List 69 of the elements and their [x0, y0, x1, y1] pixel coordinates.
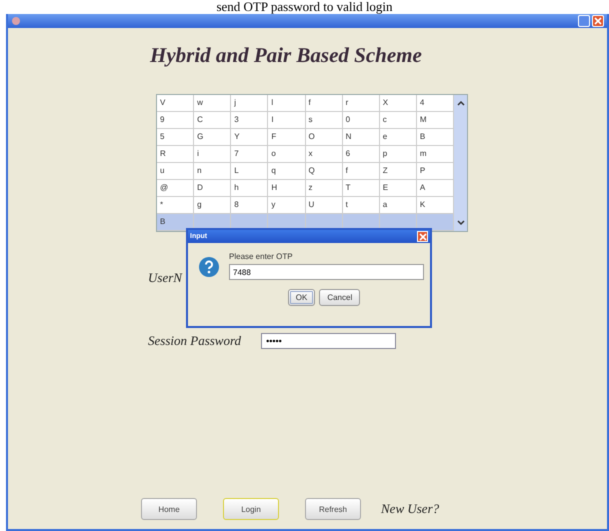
table-cell: j: [231, 95, 268, 112]
table-cell: I: [268, 112, 306, 129]
action-button[interactable]: Refresh: [305, 498, 361, 520]
scroll-up-icon[interactable]: [456, 100, 464, 106]
table-cell: D: [194, 180, 232, 197]
table-cell: N: [342, 129, 380, 146]
table-cell: n: [194, 163, 232, 180]
dialog-button[interactable]: Cancel: [319, 289, 360, 306]
table-cell: l: [268, 95, 306, 112]
table-cell: C: [194, 112, 232, 129]
table-cell: 0: [342, 112, 380, 129]
table-cell: @: [157, 180, 194, 197]
new-user-link[interactable]: New User?: [381, 501, 440, 517]
table-cell: 6: [342, 146, 380, 163]
table-cell: h: [231, 180, 268, 197]
table-cell: e: [380, 129, 417, 146]
table-cell: 9: [157, 112, 194, 129]
close-button[interactable]: [592, 15, 604, 27]
table-cell: Q: [306, 163, 343, 180]
username-label: UserN: [148, 270, 182, 286]
dialog-message: Please enter OTP: [229, 252, 294, 261]
table-cell: p: [380, 146, 417, 163]
table-cell: E: [380, 180, 417, 197]
table-cell: q: [268, 163, 306, 180]
action-button[interactable]: Login: [223, 498, 279, 520]
scrollbar[interactable]: [454, 95, 467, 231]
caption-text: send OTP password to valid login: [215, 0, 394, 14]
password-label: Session Password: [148, 333, 242, 349]
table-cell: i: [194, 146, 232, 163]
table-cell: X: [380, 95, 417, 112]
table-cell: 5: [157, 129, 194, 146]
otp-field[interactable]: 7488: [229, 264, 424, 280]
table-cell: f: [342, 163, 380, 180]
table-row[interactable]: u n L q Q f Z P: [157, 163, 454, 180]
table-cell: r: [342, 95, 380, 112]
table-cell: u: [157, 163, 194, 180]
table-cell: s: [306, 112, 343, 129]
table-cell: o: [268, 146, 306, 163]
table-cell: w: [194, 95, 232, 112]
table-cell: x: [306, 146, 343, 163]
table-cell: G: [194, 129, 232, 146]
table-cell: H: [268, 180, 306, 197]
table-cell: f: [306, 95, 343, 112]
table-row[interactable]: V w j l f r X 4: [157, 95, 454, 112]
heading: Hybrid and Pair Based Scheme: [150, 43, 423, 67]
table-cell: L: [231, 163, 268, 180]
close-button[interactable]: [417, 231, 428, 242]
table-cell: R: [157, 146, 194, 163]
table-cell: Z: [380, 163, 417, 180]
table-cell: O: [306, 129, 343, 146]
table-cell: 7: [231, 146, 268, 163]
action-button[interactable]: Home: [141, 498, 197, 520]
table-cell: z: [306, 180, 343, 197]
table-cell: F: [268, 129, 306, 146]
dialog-button[interactable]: OK: [288, 289, 316, 306]
table-cell: Y: [231, 129, 268, 146]
table-row[interactable]: R i 7 o x 6 p m: [157, 146, 454, 163]
table-row[interactable]: @ D h H z T E A: [157, 180, 454, 197]
scroll-down-icon[interactable]: [456, 220, 464, 226]
password-field[interactable]: •••••: [261, 333, 396, 349]
table-cell: c: [380, 112, 417, 129]
table-row[interactable]: 5 G Y F O N e B: [157, 129, 454, 146]
table-row[interactable]: 9 C 3 I s 0 c M: [157, 112, 454, 129]
table-cell: 3: [231, 112, 268, 129]
table-cell: T: [342, 180, 380, 197]
table-cell: V: [157, 95, 194, 112]
minimize-button[interactable]: [578, 15, 590, 27]
question-icon: [198, 256, 220, 278]
app-icon: [11, 16, 21, 26]
